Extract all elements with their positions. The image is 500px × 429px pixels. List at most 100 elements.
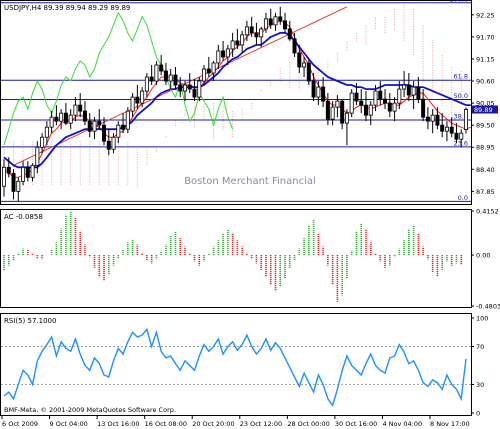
fib-label: 61.8 [454,73,468,81]
candle-body [430,114,435,122]
candle-body [154,64,159,82]
y-tick-label: 91.15 [476,55,495,63]
candle-body [311,80,316,98]
candle-body [411,86,416,96]
fib-label: 100.0 [449,0,468,3]
candle-body [40,136,45,148]
candle-body [302,62,307,68]
candle-body [130,96,135,112]
candle-body [206,68,211,74]
copyright-text: BMF-Meta, © 2001-2009 MetaQuotes Softwar… [4,406,176,414]
x-tick-label: 6 Oct 2009 [2,420,38,428]
y-tick-label: 0 [476,410,480,418]
candle-body [102,124,107,142]
x-tick-label: 13 Oct 16:00 [97,420,139,428]
x-tick-label: 23 Oct 12:00 [240,420,282,428]
y-tick-label: 88.40 [476,166,495,174]
candle-body [402,84,407,90]
candle-body [421,98,426,118]
candle-body [16,180,21,192]
candle-body [459,132,464,140]
candle-body [159,64,164,72]
candle-body [392,102,397,112]
candle-body [454,132,459,140]
candle-body [168,74,173,82]
candle-body [297,52,302,68]
candle-body [330,106,335,120]
candle-body [54,116,59,122]
price-y-axis: 92.2591.7091.1590.6090.0589.5088.9588.40… [471,11,495,196]
x-tick-label: 20 Oct 20:00 [192,420,234,428]
candle-body [435,114,440,126]
candle-body [383,98,388,104]
candle-body [35,146,40,166]
x-tick-label: 16 Oct 08:00 [145,420,187,428]
candle-body [49,116,54,128]
x-tick-label: 8 Nov 17:00 [430,420,470,428]
candle-body [92,120,97,132]
symbol-header: USDJPY,H4 89.39 89.94 89.29 89.89 [4,4,130,12]
candle-body [425,116,430,122]
candle-body [316,86,321,98]
candle-body [21,166,26,182]
candle-body [235,40,240,46]
y-tick-label: 0.00 [476,252,490,260]
candle-body [121,124,126,130]
candle-body [278,16,283,22]
ac-title: AC -0.0858 [4,213,43,221]
candle-body [349,92,354,114]
y-tick-label: 70 [476,343,484,351]
candle-body [221,50,226,58]
candle-body [178,84,183,92]
candle-body [106,140,111,150]
candle-body [354,92,359,102]
chart-canvas: 100.061.850.038.223.60.0 Boston Merchant… [0,0,500,428]
candle-body [363,104,368,116]
fib-label: 50.0 [454,92,468,100]
time-axis: 6 Oct 2009 9 Oct 04:00 13 Oct 16:00 16 Oct … [1,415,470,428]
candle-body [287,28,292,40]
candle-body [406,84,411,96]
candle-body [335,100,340,108]
candle-body [244,26,249,36]
candle-body [216,50,221,64]
y-tick-label: 88.95 [476,144,495,152]
y-tick-label: 90.60 [476,78,495,86]
candle-body [259,28,264,38]
y-tick-label: 30 [476,381,484,389]
candle-body [140,90,145,104]
candle-body [173,74,178,86]
candle-body [30,164,35,178]
candle-body [268,18,273,26]
y-tick-label: 0.4152 [476,208,499,216]
candle-body [125,110,130,130]
candle-body [135,96,140,104]
candle-body [59,112,64,122]
fib-label: 0.0 [458,194,468,202]
candle-body [187,84,192,90]
candle-body [97,120,102,126]
x-tick-label: 4 Nov 04:00 [382,420,422,428]
candle-body [449,126,454,134]
watermark-text: Boston Merchant Financial [184,176,316,187]
candle-body [78,104,83,112]
candle-body [44,126,49,138]
candle-body [240,34,245,46]
ac-y-axis: 0.4152 0.00 -0.4803 [471,208,500,311]
candle-body [344,112,349,124]
candle-body [197,80,202,98]
candle-body [283,20,288,30]
candle-body [192,88,197,98]
rsi-title: RSI(5) 57.1000 [4,317,56,325]
candle-body [163,70,168,82]
candle-body [6,166,11,174]
y-tick-label: 89.50 [476,122,495,130]
x-tick-label: 28 Oct 00:00 [287,420,329,428]
candle-body [416,86,421,100]
candle-body [359,100,364,106]
candle-body [111,136,116,150]
candle-body [230,40,235,50]
current-price-label: 89.89 [474,106,493,114]
candle-body [378,90,383,100]
x-tick-label: 9 Oct 04:00 [50,420,88,428]
